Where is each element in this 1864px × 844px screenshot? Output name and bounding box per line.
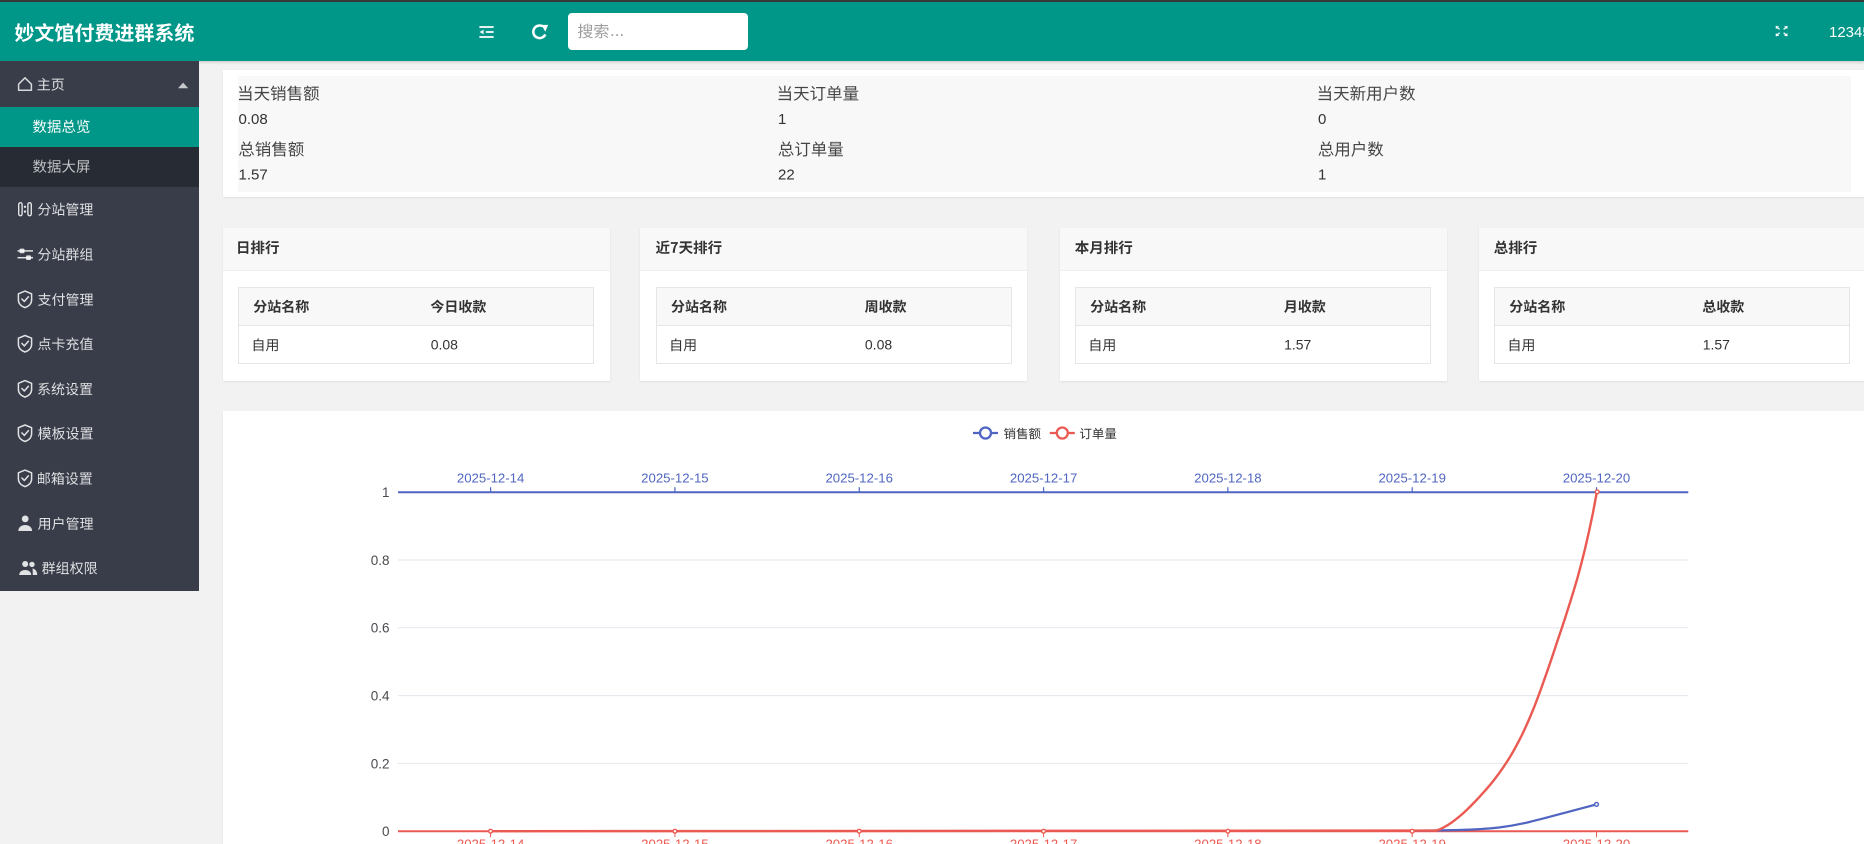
svg-text:0.08: 0.08 xyxy=(239,111,268,128)
svg-text:2025-12-17: 2025-12-17 xyxy=(1010,471,1077,486)
svg-text:2025-12-17: 2025-12-17 xyxy=(1010,837,1077,844)
svg-text:1: 1 xyxy=(778,111,786,128)
svg-text:0: 0 xyxy=(382,824,390,839)
svg-text:2025-12-16: 2025-12-16 xyxy=(825,837,892,844)
svg-text:...: ... xyxy=(610,21,624,40)
svg-text:0.4: 0.4 xyxy=(371,689,390,704)
svg-text:123456: 123456 xyxy=(1829,24,1864,41)
svg-text:2025-12-20: 2025-12-20 xyxy=(1563,471,1630,486)
svg-text:0.8: 0.8 xyxy=(371,553,390,568)
svg-text:2025-12-19: 2025-12-19 xyxy=(1378,471,1445,486)
svg-text:2025-12-14: 2025-12-14 xyxy=(457,837,524,844)
svg-text:1: 1 xyxy=(1318,167,1326,184)
svg-text:0.2: 0.2 xyxy=(371,756,390,771)
svg-text:0.6: 0.6 xyxy=(371,621,390,636)
svg-text:0.08: 0.08 xyxy=(865,336,892,352)
svg-text:0: 0 xyxy=(1318,111,1326,128)
svg-text:0.08: 0.08 xyxy=(431,336,458,352)
svg-text:2025-12-18: 2025-12-18 xyxy=(1194,837,1261,844)
svg-text:2025-12-19: 2025-12-19 xyxy=(1378,837,1445,844)
svg-text:1.57: 1.57 xyxy=(239,167,268,184)
svg-text:1.57: 1.57 xyxy=(1284,336,1311,352)
svg-text:22: 22 xyxy=(778,167,795,184)
svg-text:2025-12-15: 2025-12-15 xyxy=(641,837,708,844)
svg-text:2025-12-16: 2025-12-16 xyxy=(825,471,892,486)
svg-text:2025-12-14: 2025-12-14 xyxy=(457,471,524,486)
svg-text:2025-12-15: 2025-12-15 xyxy=(641,471,708,486)
svg-text:1.57: 1.57 xyxy=(1703,336,1730,352)
svg-text:1: 1 xyxy=(382,485,390,500)
svg-text:2025-12-18: 2025-12-18 xyxy=(1194,471,1261,486)
svg-text:2025-12-20: 2025-12-20 xyxy=(1563,837,1630,844)
